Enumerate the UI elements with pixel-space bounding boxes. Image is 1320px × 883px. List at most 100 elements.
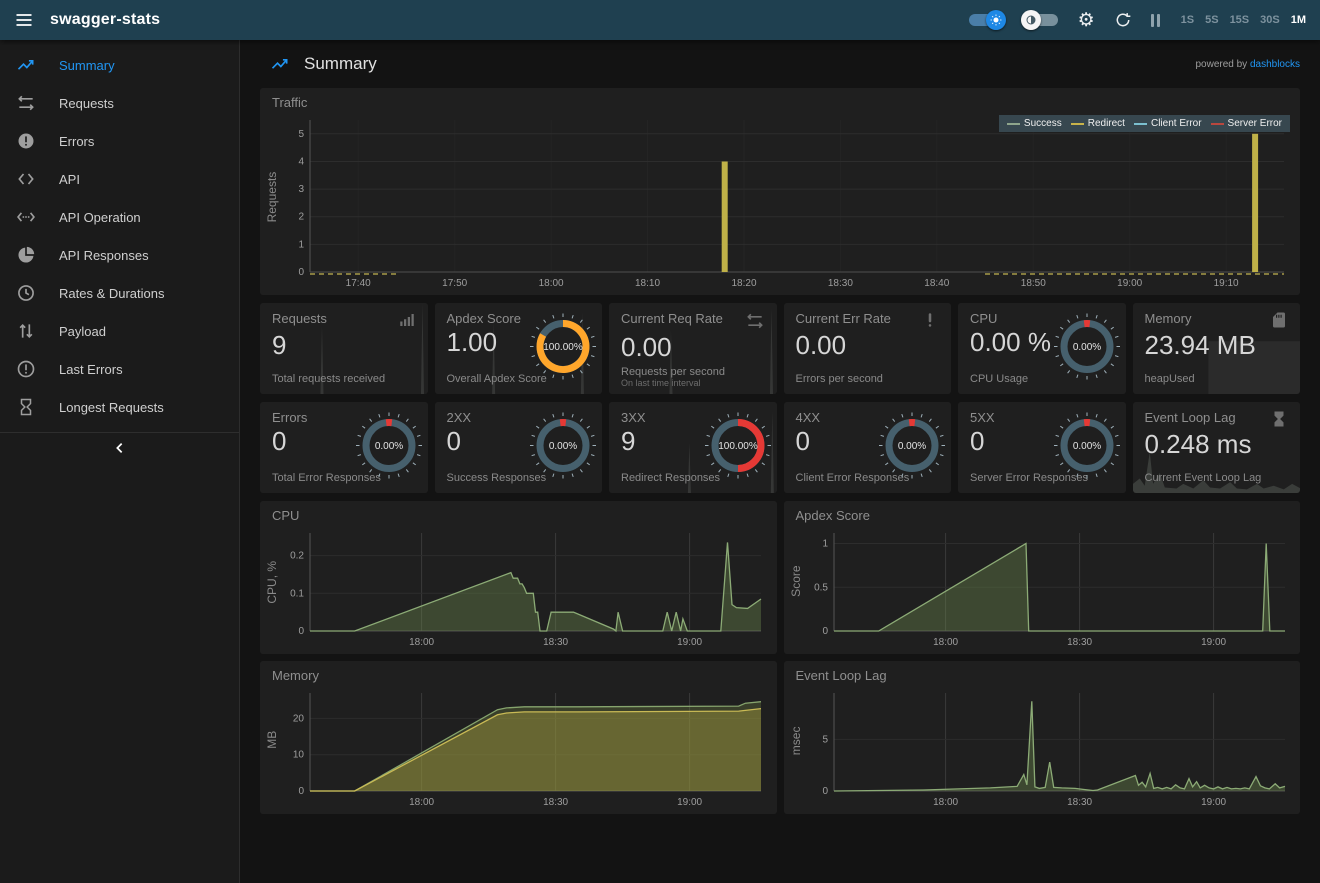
stat-card-apdex-score: Apdex Score1.00Overall Apdex Score100.00… xyxy=(435,303,603,394)
stat-card-requests: Requests9Total requests received xyxy=(260,303,428,394)
sidebar-item-api-responses[interactable]: API Responses xyxy=(0,236,239,274)
legend-dash xyxy=(1007,123,1020,125)
clock-icon xyxy=(14,281,38,305)
sidebar-item-label: Payload xyxy=(59,324,106,339)
legend-item-server-error: Server Error xyxy=(1211,118,1282,129)
invert-colors-icon xyxy=(1021,10,1041,30)
legend-dash xyxy=(1071,123,1084,125)
sidebar-item-label: Requests xyxy=(59,96,114,111)
sidebar-item-payload[interactable]: Payload xyxy=(0,312,239,350)
interval-button-1m[interactable]: 1M xyxy=(1291,14,1306,26)
interval-button-5s[interactable]: 5S xyxy=(1205,14,1218,26)
apdex-panel: Apdex Score Score 18:0018:3019:0000.51 xyxy=(784,501,1301,654)
svg-text:100.00%: 100.00% xyxy=(718,441,758,452)
svg-text:1: 1 xyxy=(298,239,304,250)
dashblocks-link[interactable]: dashblocks xyxy=(1250,59,1300,70)
interval-button-30s[interactable]: 30S xyxy=(1260,14,1280,26)
signal-bars-icon xyxy=(398,311,416,329)
sidebar-item-label: Last Errors xyxy=(59,362,123,377)
sidebar-collapse-button[interactable] xyxy=(0,433,239,463)
legend-dash xyxy=(1134,123,1147,125)
svg-text:19:00: 19:00 xyxy=(677,637,702,648)
sidebar-item-api[interactable]: API xyxy=(0,160,239,198)
svg-text:2: 2 xyxy=(298,212,304,223)
svg-text:20: 20 xyxy=(293,713,305,724)
gauge: 0.00% xyxy=(526,408,600,482)
gauge-cpu: 0.00% xyxy=(1050,309,1124,388)
gauge-2xx: 0.00% xyxy=(526,408,600,487)
card-title: Memory xyxy=(1145,311,1192,326)
sidebar-item-rates-durations[interactable]: Rates & Durations xyxy=(0,274,239,312)
sidebar-item-last-errors[interactable]: Last Errors xyxy=(0,350,239,388)
gauge: 0.00% xyxy=(1050,309,1124,383)
legend-label: Success xyxy=(1024,118,1062,129)
memory-chart: 18:0018:3019:0001020 xyxy=(266,685,769,811)
legend-label: Client Error xyxy=(1151,118,1202,129)
sidebar-item-label: API Operation xyxy=(59,210,141,225)
stat-card-errors: Errors0Total Error Responses0.00% xyxy=(260,402,428,493)
card-subnote: On last time interval xyxy=(621,378,701,388)
card-title: 3XX xyxy=(621,410,646,425)
sidebar-item-longest-requests[interactable]: Longest Requests xyxy=(0,388,239,426)
cpu-chart-svg: 18:0018:3019:0000.10.2 xyxy=(266,525,769,651)
refresh-interval-selector: 1S 5S 15S 30S 1M xyxy=(1181,14,1306,26)
stat-card-current-err-rate: Current Err Rate0.00Errors per second xyxy=(784,303,952,394)
page-header: Summary powered by dashblocks xyxy=(260,40,1300,88)
traffic-panel: Traffic Requests 17:4017:5018:0018:1018:… xyxy=(260,88,1300,295)
settings-gear-icon[interactable]: ⚙ xyxy=(1078,11,1095,30)
pause-icon[interactable] xyxy=(1151,14,1160,27)
menu-icon[interactable] xyxy=(10,6,38,34)
stat-cards-row-2: Errors0Total Error Responses0.00%2XX0Suc… xyxy=(260,402,1300,493)
svg-text:0.1: 0.1 xyxy=(290,588,304,599)
error-outline-icon xyxy=(14,357,38,381)
sidebar-item-label: Longest Requests xyxy=(59,400,164,415)
gauge-apdex-score: 100.00% xyxy=(526,309,600,388)
memory-chart-svg: 18:0018:3019:0001020 xyxy=(266,685,769,811)
panel-title: Traffic xyxy=(272,95,307,110)
gauge-errors: 0.00% xyxy=(352,408,426,487)
svg-text:18:40: 18:40 xyxy=(924,278,949,289)
y-axis-label: MB xyxy=(265,730,279,748)
navbar: swagger-stats ⚙ 1S5S15S30S1M xyxy=(0,0,1320,40)
theme-toggle[interactable] xyxy=(1023,10,1059,30)
sidebar-item-errors[interactable]: Errors xyxy=(0,122,239,160)
pie-chart-icon xyxy=(14,243,38,267)
card-title: 4XX xyxy=(796,410,821,425)
svg-text:18:00: 18:00 xyxy=(933,797,958,808)
dark-mode-toggle[interactable] xyxy=(968,10,1004,30)
svg-text:0.00%: 0.00% xyxy=(1072,441,1100,452)
legend-label: Redirect xyxy=(1088,118,1125,129)
eventloop-panel: Event Loop Lag msec 18:0018:3019:0005 xyxy=(784,661,1301,814)
card-title: 5XX xyxy=(970,410,995,425)
hourglass-icon xyxy=(1270,410,1288,428)
svg-text:0: 0 xyxy=(298,267,304,278)
sidebar-item-api-operation[interactable]: API Operation xyxy=(0,198,239,236)
card-value: 23.94 MB xyxy=(1145,330,1289,361)
charts-row-2: Memory MB 18:0018:3019:0001020 Event Loo… xyxy=(260,661,1300,814)
card-title: Requests xyxy=(272,311,327,326)
sidebar-item-label: Summary xyxy=(59,58,115,73)
gauge: 0.00% xyxy=(875,408,949,482)
traffic-legend: Success Redirect Client Error Server Error xyxy=(999,115,1290,132)
svg-text:18:30: 18:30 xyxy=(1067,797,1092,808)
interval-button-15s[interactable]: 15S xyxy=(1230,14,1250,26)
card-value: 0.00 xyxy=(621,332,765,363)
sidebar-item-requests[interactable]: Requests xyxy=(0,84,239,122)
refresh-icon[interactable] xyxy=(1114,11,1132,29)
main-content: Summary powered by dashblocks Traffic Re… xyxy=(240,40,1320,883)
svg-text:1: 1 xyxy=(822,539,828,550)
panel-title: CPU xyxy=(272,508,299,523)
ethernet-icon xyxy=(14,205,38,229)
gauge: 100.00% xyxy=(701,408,775,482)
card-subtitle: Current Event Loop Lag xyxy=(1145,472,1262,484)
stat-card-5xx: 5XX0Server Error Responses0.00% xyxy=(958,402,1126,493)
interval-button-1s[interactable]: 1S xyxy=(1181,14,1194,26)
gauge-4xx: 0.00% xyxy=(875,408,949,487)
hourglass-icon xyxy=(14,395,38,419)
sidebar-item-summary[interactable]: Summary xyxy=(0,46,239,84)
svg-text:4: 4 xyxy=(298,157,304,168)
powered-by: powered by dashblocks xyxy=(1195,59,1300,70)
svg-text:18:50: 18:50 xyxy=(1021,278,1046,289)
exclamation-icon xyxy=(921,311,939,329)
brightness-icon xyxy=(986,10,1006,30)
